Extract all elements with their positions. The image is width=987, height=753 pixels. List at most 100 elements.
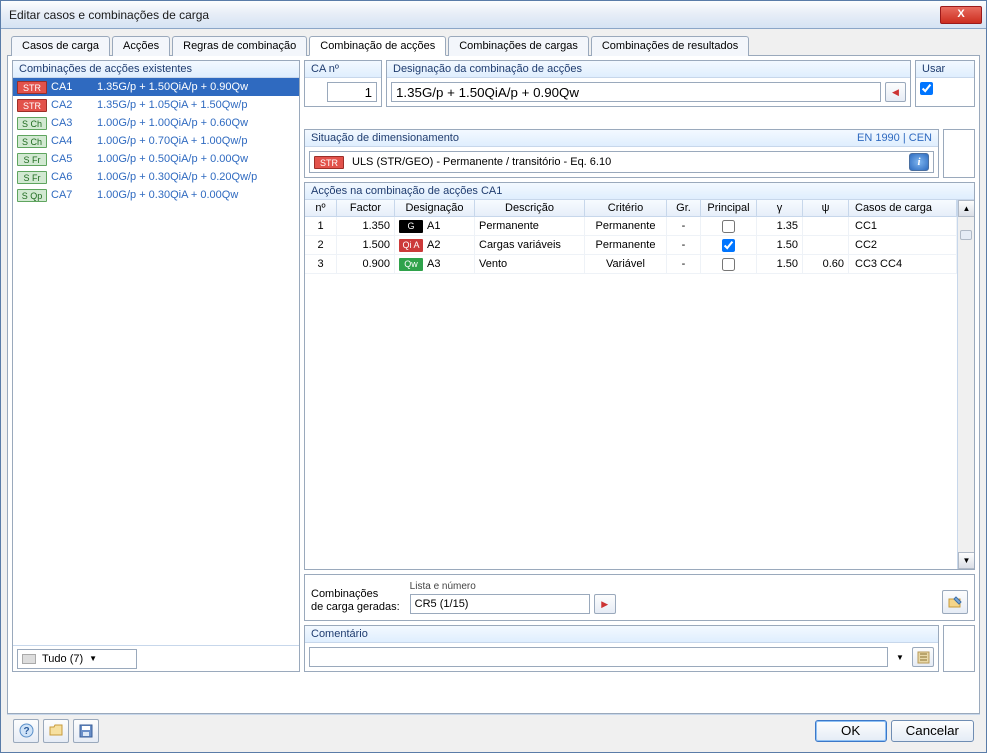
info-icon[interactable]: i [909,153,929,171]
comment-library-button[interactable] [912,647,934,667]
use-checkbox[interactable] [920,82,933,95]
cell-designation: QwA3 [395,255,475,273]
library-icon [917,651,930,664]
cell-desc: Vento [475,255,585,273]
combination-row[interactable]: S FrCA51.00G/p + 0.50QiA/p + 0.00Qw [13,150,299,168]
cell-gamma: 1.50 [757,236,803,254]
ca-number-label: CA nº [305,61,381,78]
scroll-up-button[interactable]: ▲ [958,200,974,217]
comment-label: Comentário [305,626,938,643]
cell-psi: 0.60 [803,255,849,273]
svg-text:?: ? [23,726,29,737]
grid-header-cell[interactable]: Designação [395,200,475,216]
close-button[interactable]: X [940,6,982,24]
comment-side-slot [943,625,975,672]
cell-principal[interactable] [701,255,757,273]
generated-go-button[interactable]: ▶ [594,594,616,614]
cell-principal[interactable] [701,236,757,254]
designation-left-button[interactable]: ◀ [885,82,906,102]
window-title: Editar casos e combinações de carga [9,8,940,22]
tab-1[interactable]: Acções [112,36,170,56]
combination-row[interactable]: S Ch CA41.00G/p + 0.70QiA + 1.00Qw/p [13,132,299,150]
cell-designation: Qi AA2 [395,236,475,254]
row-name: CA4 [51,135,97,147]
row-badge: S Qp [17,189,47,202]
grid-row[interactable]: 21.500Qi AA2Cargas variáveisPermanente- 1… [305,236,957,255]
cell-n: 2 [305,236,337,254]
filter-combo[interactable]: Tudo (7) ▼ [17,649,137,669]
use-panel: Usar [915,60,975,107]
chevron-down-icon: ▼ [89,654,97,663]
grid-header-cell[interactable]: Factor [337,200,395,216]
save-button[interactable] [73,719,99,743]
row-formula: 1.00G/p + 0.30QiA + 0.00Qw [97,189,238,201]
comment-input[interactable] [309,647,888,667]
situation-value[interactable]: STR ULS (STR/GEO) - Permanente / transit… [309,151,934,173]
grid-header-cell[interactable]: Critério [585,200,667,216]
comment-panel: Comentário ▼ [304,625,939,672]
cell-principal[interactable] [701,217,757,235]
row-badge: S Ch [17,135,47,148]
scroll-down-button[interactable]: ▼ [958,552,974,569]
generated-sublabel: Lista e número [410,581,616,592]
grid-header-cell[interactable]: Gr. [667,200,701,216]
designation-input[interactable] [391,82,881,102]
actions-header: Acções na combinação de acções CA1 [305,183,974,200]
situation-norm: EN 1990 | CEN [857,132,932,144]
row-badge: STR [17,81,47,94]
tab-3[interactable]: Combinação de acções [309,36,446,56]
combination-row[interactable]: STRCA21.35G/p + 1.05QiA + 1.50Qw/p [13,96,299,114]
existing-combinations-panel: Combinações de acções existentes STRCA11… [12,60,300,672]
row-name: CA1 [51,81,97,93]
combination-row[interactable]: S FrCA61.00G/p + 0.30QiA/p + 0.20Qw/p [13,168,299,186]
open-button[interactable] [43,719,69,743]
filter-swatch [22,654,36,664]
row-formula: 1.00G/p + 0.70QiA + 1.00Qw/p [97,135,247,147]
tab-2[interactable]: Regras de combinação [172,36,307,56]
existing-combinations-list[interactable]: STR CA11.35G/p + 1.50QiA/p + 0.90Qw STRCA2… [13,78,299,645]
grid-header-cell[interactable]: Descrição [475,200,585,216]
cell-factor: 1.500 [337,236,395,254]
scroll-mid-handle[interactable] [960,230,972,240]
cell-factor: 0.900 [337,255,395,273]
cell-desc: Cargas variáveis [475,236,585,254]
triangle-left-icon: ◀ [892,87,899,98]
grid-row[interactable]: 30.900QwA3VentoVariável-1.500.60CC3 CC4 [305,255,957,274]
tab-4[interactable]: Combinações de cargas [448,36,589,56]
cell-crit: Permanente [585,217,667,235]
combination-row[interactable]: S Qp CA71.00G/p + 0.30QiA + 0.00Qw [13,186,299,204]
help-button[interactable]: ? [13,719,39,743]
grid-header-cell[interactable]: Principal [701,200,757,216]
cell-crit: Permanente [585,236,667,254]
row-formula: 1.35G/p + 1.50QiA/p + 0.90Qw [97,81,248,93]
save-icon [79,724,93,738]
grid-header-cell[interactable]: Casos de carga [849,200,957,216]
grid-header-cell[interactable]: nº [305,200,337,216]
grid-row[interactable]: 11.350GA1PermanentePermanente-1.35CC1 [305,217,957,236]
row-name: CA7 [51,189,97,201]
cell-n: 1 [305,217,337,235]
situation-panel: Situação de dimensionamento EN 1990 | CE… [304,129,939,178]
row-formula: 1.00G/p + 0.30QiA/p + 0.20Qw/p [97,171,257,183]
grid-header-cell[interactable]: ψ [803,200,849,216]
comment-dropdown[interactable]: ▼ [892,647,908,667]
ok-button[interactable]: OK [815,720,887,742]
ca-number-panel: CA nº [304,60,382,107]
generated-edit-button[interactable] [942,590,968,614]
actions-scrollbar[interactable]: ▲ ▼ [957,200,974,569]
combination-row[interactable]: S ChCA31.00G/p + 1.00QiA/p + 0.60Qw [13,114,299,132]
row-badge: S Ch [17,117,47,130]
designation-label: Designação da combinação de acções [387,61,910,78]
actions-grid[interactable]: nºFactorDesignaçãoDescriçãoCritérioGr.Pr… [305,200,974,569]
cell-gr: - [667,236,701,254]
cancel-button[interactable]: Cancelar [891,720,974,742]
folder-edit-icon [948,595,962,609]
generated-panel: Combinações de carga geradas: Lista e nú… [304,574,975,621]
ca-number-input[interactable] [327,82,377,102]
tab-0[interactable]: Casos de carga [11,36,110,56]
combination-row[interactable]: STR CA11.35G/p + 1.50QiA/p + 0.90Qw [13,78,299,96]
generated-combo[interactable]: CR5 (1/15) [410,594,590,614]
tab-5[interactable]: Combinações de resultados [591,36,749,56]
use-label: Usar [916,61,974,78]
grid-header-cell[interactable]: γ [757,200,803,216]
